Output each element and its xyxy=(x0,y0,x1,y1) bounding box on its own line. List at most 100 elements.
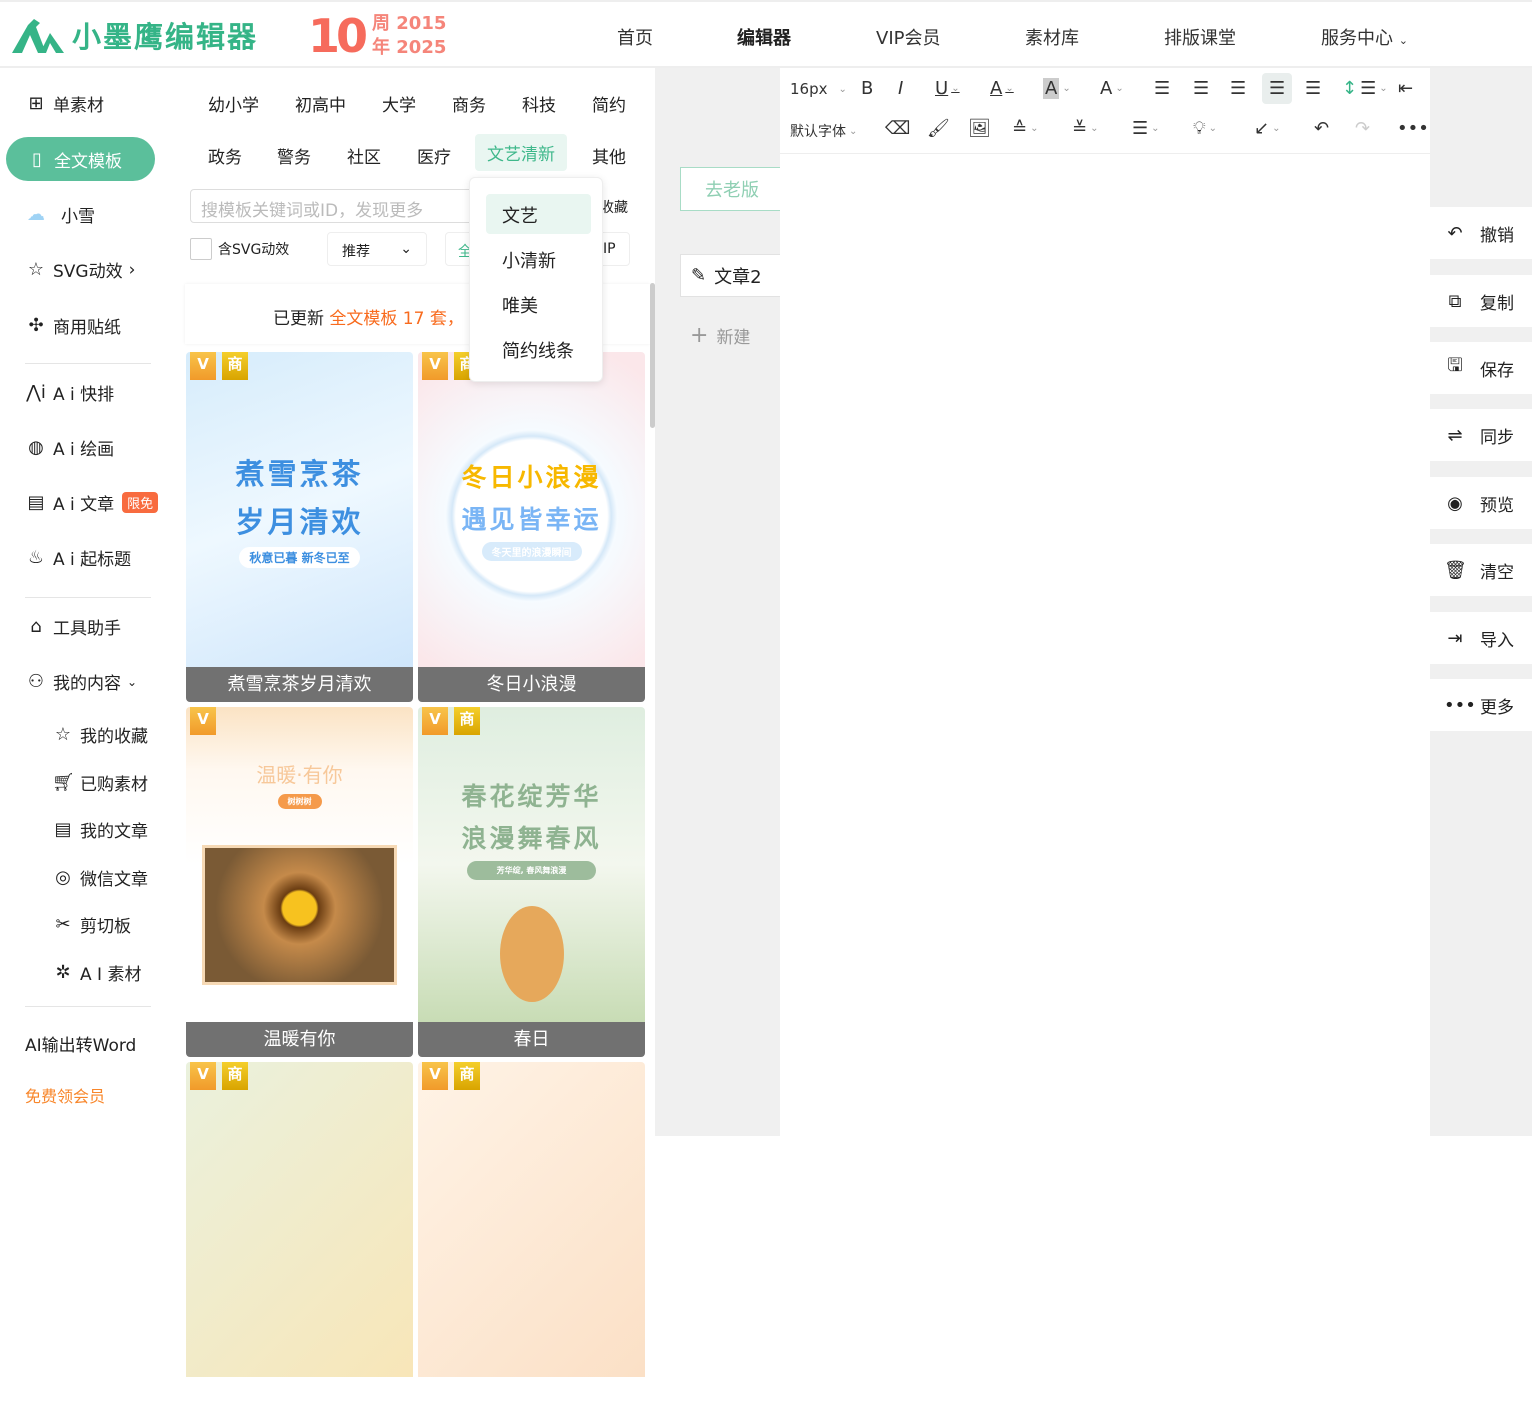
sidebar-item-tools[interactable]: ⌂ 工具助手 xyxy=(25,614,121,639)
more-icon[interactable]: ••• xyxy=(1397,118,1429,139)
bulb-icon[interactable]: 💡︎ ⌄ xyxy=(1193,118,1217,139)
undo-icon[interactable]: ↶ xyxy=(1314,118,1329,139)
checkbox-box[interactable] xyxy=(190,238,212,260)
align-center-icon[interactable]: ☰ xyxy=(1193,78,1209,99)
nav-course[interactable]: 排版课堂 xyxy=(1164,24,1236,50)
align-justify-icon[interactable]: ☰ xyxy=(1262,73,1293,104)
save-button[interactable]: 🖫 保存 xyxy=(1430,342,1532,394)
nav-materials[interactable]: 素材库 xyxy=(1025,24,1079,50)
sync-button[interactable]: ⇌ 同步 xyxy=(1430,409,1532,461)
sidebar-item-ai-material[interactable]: ✲ A I 素材 xyxy=(52,960,141,985)
category-tab[interactable]: 社区 xyxy=(347,143,381,168)
template-card[interactable]: V商 xyxy=(186,1062,413,1412)
category-tab[interactable]: 幼小学 xyxy=(208,91,259,116)
free-vip-link[interactable]: 免费领会员 xyxy=(25,1083,105,1107)
template-caption: 春日 xyxy=(418,1022,645,1057)
sidebar-item-ai-title[interactable]: ♨ A i 起标题 xyxy=(25,545,131,570)
sort-select[interactable]: 推荐 ⌄ xyxy=(327,232,427,266)
align-right-icon[interactable]: ☰ xyxy=(1230,78,1246,99)
sidebar-item-label: SVG动效 xyxy=(53,262,123,282)
sidebar-item-ai-word[interactable]: AI输出转Word xyxy=(25,1031,136,1056)
indent-both-icon[interactable]: ☰ ⌄ xyxy=(1132,118,1160,139)
arrow-down-left-icon[interactable]: ↙ ⌄ xyxy=(1254,118,1280,139)
image-icon[interactable]: 🖼︎ xyxy=(968,118,991,139)
sidebar-item-ai-paint[interactable]: ◍ A i 绘画 xyxy=(25,435,114,460)
nav-vip[interactable]: VIP会员 xyxy=(876,24,940,50)
indent-icon[interactable]: ☰ xyxy=(1305,78,1321,99)
category-tab[interactable]: 警务 xyxy=(277,143,311,168)
underline-icon[interactable]: U ⌄ xyxy=(935,78,960,99)
bold-icon[interactable]: B xyxy=(861,78,873,99)
sidebar-item-wechat[interactable]: ◎ 微信文章 xyxy=(52,865,148,890)
undo-button[interactable]: ↶ 撤销 xyxy=(1430,207,1532,259)
letter-spacing-icon[interactable]: A ⌄ xyxy=(1100,78,1124,99)
svg-checkbox[interactable]: 含SVG动效 xyxy=(190,238,289,260)
sidebar-item-single-material[interactable]: ⊞ 单素材 xyxy=(25,91,104,116)
space-before-icon[interactable]: ≙ ⌄ xyxy=(1012,118,1038,139)
category-tab[interactable]: 医疗 xyxy=(417,143,451,168)
template-search-input[interactable]: 搜模板关键词或ID，发现更多 xyxy=(190,189,480,223)
ai-icon: ⋀i xyxy=(26,382,46,403)
category-tab[interactable]: 其他 xyxy=(592,143,626,168)
format-brush-icon[interactable]: 🖌︎ xyxy=(927,118,950,139)
category-tab[interactable]: 科技 xyxy=(522,91,556,116)
exit-icon[interactable]: ⇤ xyxy=(1398,78,1413,99)
commercial-tag: 商 xyxy=(454,707,480,735)
category-tab[interactable]: 简约 xyxy=(592,91,626,116)
article-item[interactable]: ✎ 文章2 xyxy=(680,254,780,297)
sidebar-item-clipboard[interactable]: ✂ 剪切板 xyxy=(52,912,131,937)
sidebar-item-favorites[interactable]: ☆ 我的收藏 xyxy=(52,722,148,747)
dropdown-option[interactable]: 唯美 xyxy=(486,284,591,324)
font-color-icon[interactable]: A ⌄ xyxy=(990,78,1014,99)
sidebar-item-my-articles[interactable]: ▤ 我的文章 xyxy=(52,817,148,842)
align-left-icon[interactable]: ☰ xyxy=(1154,78,1170,99)
sidebar-item-ai-article[interactable]: ▤ A i 文章 限免 xyxy=(25,490,159,515)
category-tab[interactable]: 商务 xyxy=(452,91,486,116)
sidebar-item-full-template[interactable]: ▯ 全文模板 xyxy=(6,137,155,181)
new-article-button[interactable]: + 新建 xyxy=(680,315,780,355)
font-family-select[interactable]: 默认字体 ⌄ xyxy=(790,121,857,141)
template-card[interactable]: 煮雪烹茶 岁月清欢 秋意已暮 新冬已至 V商 煮雪烹茶岁月清欢 xyxy=(186,352,413,702)
category-tab[interactable]: 初高中 xyxy=(295,91,346,116)
editor-toolbar: 16px ⌄ B I U ⌄ A ⌄ A ⌄ A ⌄ ☰ ☰ ☰ ☰ ☰ ↕ ☰ ⌄ ⇤ 默认… xyxy=(780,68,1430,154)
sidebar-item-ai-layout[interactable]: ⋀i A i 快排 xyxy=(25,380,114,405)
template-card[interactable]: V商 xyxy=(418,1062,645,1412)
clear-button[interactable]: 🗑︎ 清空 xyxy=(1430,544,1532,596)
dropdown-option[interactable]: 文艺 xyxy=(486,194,591,234)
nav-home[interactable]: 首页 xyxy=(617,24,653,50)
preview-button[interactable]: ◉ 预览 xyxy=(1430,477,1532,529)
wechat-icon: ◎ xyxy=(55,867,71,888)
sidebar-item-stickers[interactable]: ✣ 商用贴纸 xyxy=(25,313,121,338)
line-height-icon[interactable]: ↕ ☰ ⌄ xyxy=(1342,78,1388,99)
sidebar-item-svg[interactable]: ☆ SVG动效 › xyxy=(25,257,135,282)
dropdown-option[interactable]: 小清新 xyxy=(486,239,591,279)
dropdown-option[interactable]: 简约线条 xyxy=(486,329,591,369)
vip-tag: V xyxy=(190,707,216,735)
space-after-icon[interactable]: ≚ ⌄ xyxy=(1072,118,1098,139)
eraser-icon[interactable]: ⌫ xyxy=(885,118,910,139)
sidebar-item-snow[interactable]: ☁ 小雪 xyxy=(25,202,95,227)
template-card[interactable]: 冬日小浪漫 遇见皆幸运 冬天里的浪漫瞬间 V商 冬日小浪漫 xyxy=(418,352,645,702)
font-size-select[interactable]: 16px ⌄ xyxy=(790,80,847,98)
nav-editor[interactable]: 编辑器 xyxy=(737,24,791,50)
sidebar-item-label: 商用贴纸 xyxy=(53,318,121,338)
sidebar-item-purchased[interactable]: 🛒︎ 已购素材 xyxy=(52,770,148,795)
template-card[interactable]: 温暖·有你 树树树 V 温暖有你 xyxy=(186,707,413,1057)
copy-button[interactable]: ⧉ 复制 xyxy=(1430,275,1532,327)
template-card[interactable]: 春花绽芳华 浪漫舞春风 芳华绽, 春风舞浪漫 V商 春日 xyxy=(418,707,645,1057)
highlight-color-icon[interactable]: A ⌄ xyxy=(1043,78,1071,99)
eye-icon: ◉ xyxy=(1447,492,1463,514)
italic-icon[interactable]: I xyxy=(898,78,903,99)
sidebar-item-my-content[interactable]: ⚇ 我的内容 ⌄ xyxy=(25,669,137,694)
favorites-filter[interactable]: 收藏 xyxy=(600,197,628,217)
category-tab[interactable]: 政务 xyxy=(208,143,242,168)
category-tab-active[interactable]: 文艺清新 xyxy=(475,134,567,171)
category-tab[interactable]: 大学 xyxy=(382,91,416,116)
redo-icon[interactable]: ↷ xyxy=(1355,118,1370,139)
more-button[interactable]: ••• 更多 xyxy=(1430,679,1532,731)
old-version-button[interactable]: 去老版 xyxy=(680,167,780,211)
save-icon: 🖫 xyxy=(1447,355,1463,376)
nav-service[interactable]: 服务中心 ⌄ xyxy=(1321,24,1408,50)
logo[interactable]: 小墨鹰编辑器 xyxy=(10,14,258,56)
import-button[interactable]: ⇥ 导入 xyxy=(1430,612,1532,664)
